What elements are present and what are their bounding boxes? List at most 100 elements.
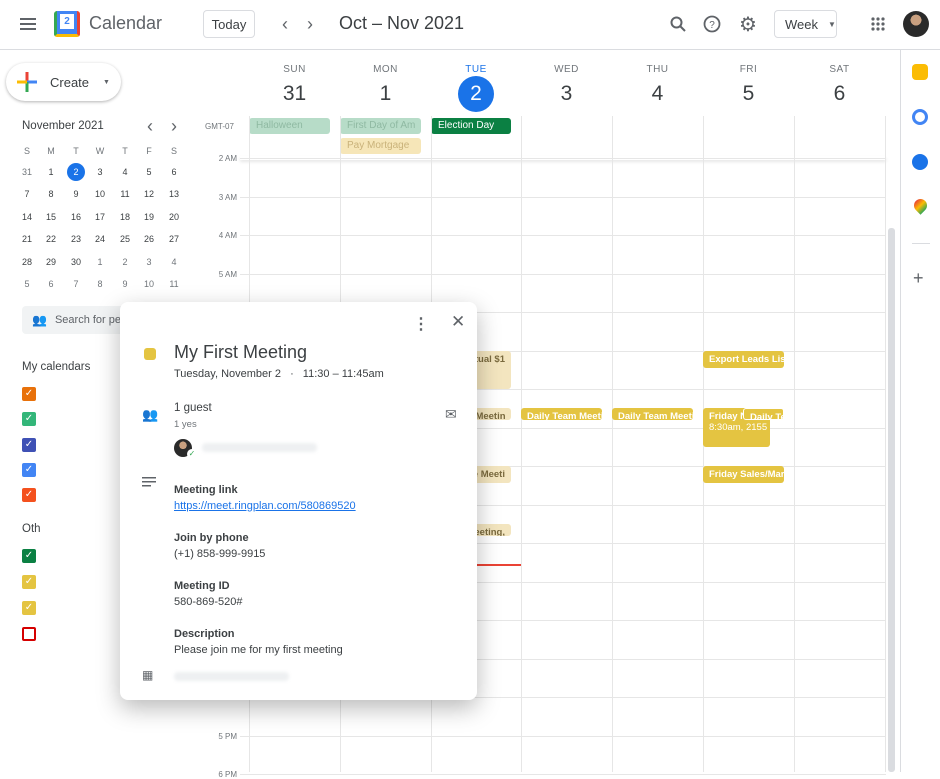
calendar-event[interactable]: Daily Team Meeting: [612, 408, 693, 421]
mini-day[interactable]: 6: [162, 166, 186, 179]
hour-gridline: [240, 235, 886, 236]
calendar-checkbox[interactable]: ✓: [22, 488, 36, 503]
day-number[interactable]: 3: [522, 82, 612, 106]
day-number[interactable]: 2: [458, 76, 494, 112]
mini-day[interactable]: 2: [113, 256, 137, 269]
mini-day[interactable]: 9: [64, 188, 88, 201]
all-day-event[interactable]: Election Day: [431, 118, 511, 134]
calendar-event[interactable]: Friday Sales/Marketing: [703, 466, 784, 484]
mini-day[interactable]: 11: [113, 188, 137, 201]
mini-day[interactable]: 31: [15, 166, 39, 179]
meeting-id-label: Meeting ID: [174, 580, 230, 592]
guest-summary: 1 yes: [174, 419, 197, 430]
day-number[interactable]: 4: [613, 82, 703, 106]
mini-day[interactable]: 11: [162, 278, 186, 291]
mini-day[interactable]: 24: [88, 233, 112, 246]
calendar-checkbox[interactable]: [22, 627, 36, 641]
mini-day[interactable]: 4: [113, 166, 137, 179]
close-icon[interactable]: ✕: [451, 312, 465, 332]
mini-day[interactable]: 5: [15, 278, 39, 291]
help-icon[interactable]: ?: [701, 13, 723, 35]
calendar-event[interactable]: Export Leads List: [703, 350, 784, 368]
description-lines-icon: [142, 474, 156, 492]
day-number[interactable]: 1: [341, 82, 431, 106]
calendar-checkbox[interactable]: ✓: [22, 549, 36, 563]
previous-week-icon[interactable]: ‹: [276, 12, 294, 36]
mini-day[interactable]: 28: [15, 256, 39, 269]
mini-day[interactable]: 10: [137, 278, 161, 291]
contacts-icon[interactable]: [912, 154, 928, 170]
mini-day[interactable]: 26: [137, 233, 161, 246]
calendar-checkbox[interactable]: ✓: [22, 387, 36, 401]
mini-day[interactable]: 29: [39, 256, 63, 269]
view-selector[interactable]: Week ▼: [774, 10, 837, 38]
calendar-checkbox[interactable]: ✓: [22, 412, 36, 427]
tasks-icon[interactable]: [912, 109, 928, 125]
add-addon-plus-icon[interactable]: +: [913, 268, 924, 289]
more-options-icon[interactable]: ⋮: [413, 314, 429, 334]
other-calendars-heading[interactable]: Oth: [22, 523, 41, 535]
my-calendars-heading[interactable]: My calendars: [22, 361, 90, 373]
apps-grid-icon[interactable]: [867, 13, 889, 35]
mini-day[interactable]: 21: [15, 233, 39, 246]
mini-day[interactable]: 15: [39, 211, 63, 224]
mini-day[interactable]: 20: [162, 211, 186, 224]
day-number[interactable]: 6: [795, 82, 885, 106]
all-day-event[interactable]: Halloween: [249, 118, 330, 134]
mini-day[interactable]: 10: [88, 188, 112, 201]
hour-gridline: [240, 735, 886, 737]
email-guests-icon[interactable]: ✉: [445, 406, 457, 423]
mini-day[interactable]: 22: [39, 233, 63, 246]
user-avatar[interactable]: [903, 11, 929, 37]
mini-day[interactable]: 13: [162, 188, 186, 201]
mini-day[interactable]: 8: [39, 188, 63, 201]
mini-day[interactable]: 1: [39, 166, 63, 179]
mini-day[interactable]: 25: [113, 233, 137, 246]
day-number[interactable]: 5: [704, 82, 794, 106]
calendar-event[interactable]: Daily Team Meeting: [743, 408, 784, 421]
mini-day[interactable]: 14: [15, 211, 39, 224]
mini-day[interactable]: 3: [137, 256, 161, 269]
mini-day[interactable]: 4: [162, 256, 186, 269]
meeting-link[interactable]: https://meet.ringplan.com/580869520: [174, 500, 356, 512]
all-day-event[interactable]: First Day of Am: [340, 118, 421, 134]
settings-gear-icon[interactable]: ⚙: [737, 13, 759, 36]
separator-dot: ·: [290, 368, 294, 380]
mini-day[interactable]: 5: [137, 166, 161, 179]
maps-icon[interactable]: [911, 196, 930, 215]
mini-day[interactable]: 7: [15, 188, 39, 201]
mini-day[interactable]: 9: [113, 278, 137, 291]
mini-day-selected[interactable]: 2: [67, 163, 85, 181]
day-number[interactable]: 31: [250, 82, 340, 106]
calendar-checkbox[interactable]: ✓: [22, 575, 36, 589]
main-menu-icon[interactable]: [14, 12, 42, 36]
mini-day[interactable]: 30: [64, 256, 88, 269]
mini-day[interactable]: 8: [88, 278, 112, 291]
next-week-icon[interactable]: ›: [301, 12, 319, 36]
all-day-event[interactable]: Pay Mortgage: [340, 138, 421, 154]
calendar-checkbox[interactable]: ✓: [22, 462, 36, 477]
mini-day[interactable]: 6: [39, 278, 63, 291]
calendar-event[interactable]: Daily Team Meeting: [521, 408, 602, 421]
today-button[interactable]: Today: [203, 10, 255, 38]
calendar-checkbox[interactable]: ✓: [22, 601, 36, 615]
mini-day[interactable]: 19: [137, 211, 161, 224]
create-button[interactable]: Create ▼: [6, 63, 121, 101]
calendar-checkbox[interactable]: ✓: [22, 437, 36, 452]
mini-prev-month-icon[interactable]: ‹: [143, 116, 157, 136]
mini-day[interactable]: 23: [64, 233, 88, 246]
view-selector-label: Week: [785, 16, 818, 32]
guest-email-blurred: [202, 443, 317, 452]
mini-day[interactable]: 16: [64, 211, 88, 224]
mini-day[interactable]: 18: [113, 211, 137, 224]
mini-day[interactable]: 3: [88, 166, 112, 179]
search-icon[interactable]: [667, 13, 689, 35]
mini-day[interactable]: 27: [162, 233, 186, 246]
mini-day[interactable]: 1: [88, 256, 112, 269]
mini-next-month-icon[interactable]: ›: [167, 116, 181, 136]
mini-day[interactable]: 17: [88, 211, 112, 224]
mini-day[interactable]: 7: [64, 278, 88, 291]
mini-day[interactable]: 12: [137, 188, 161, 201]
grid-scrollbar[interactable]: [888, 228, 895, 772]
keep-icon[interactable]: [912, 64, 928, 80]
